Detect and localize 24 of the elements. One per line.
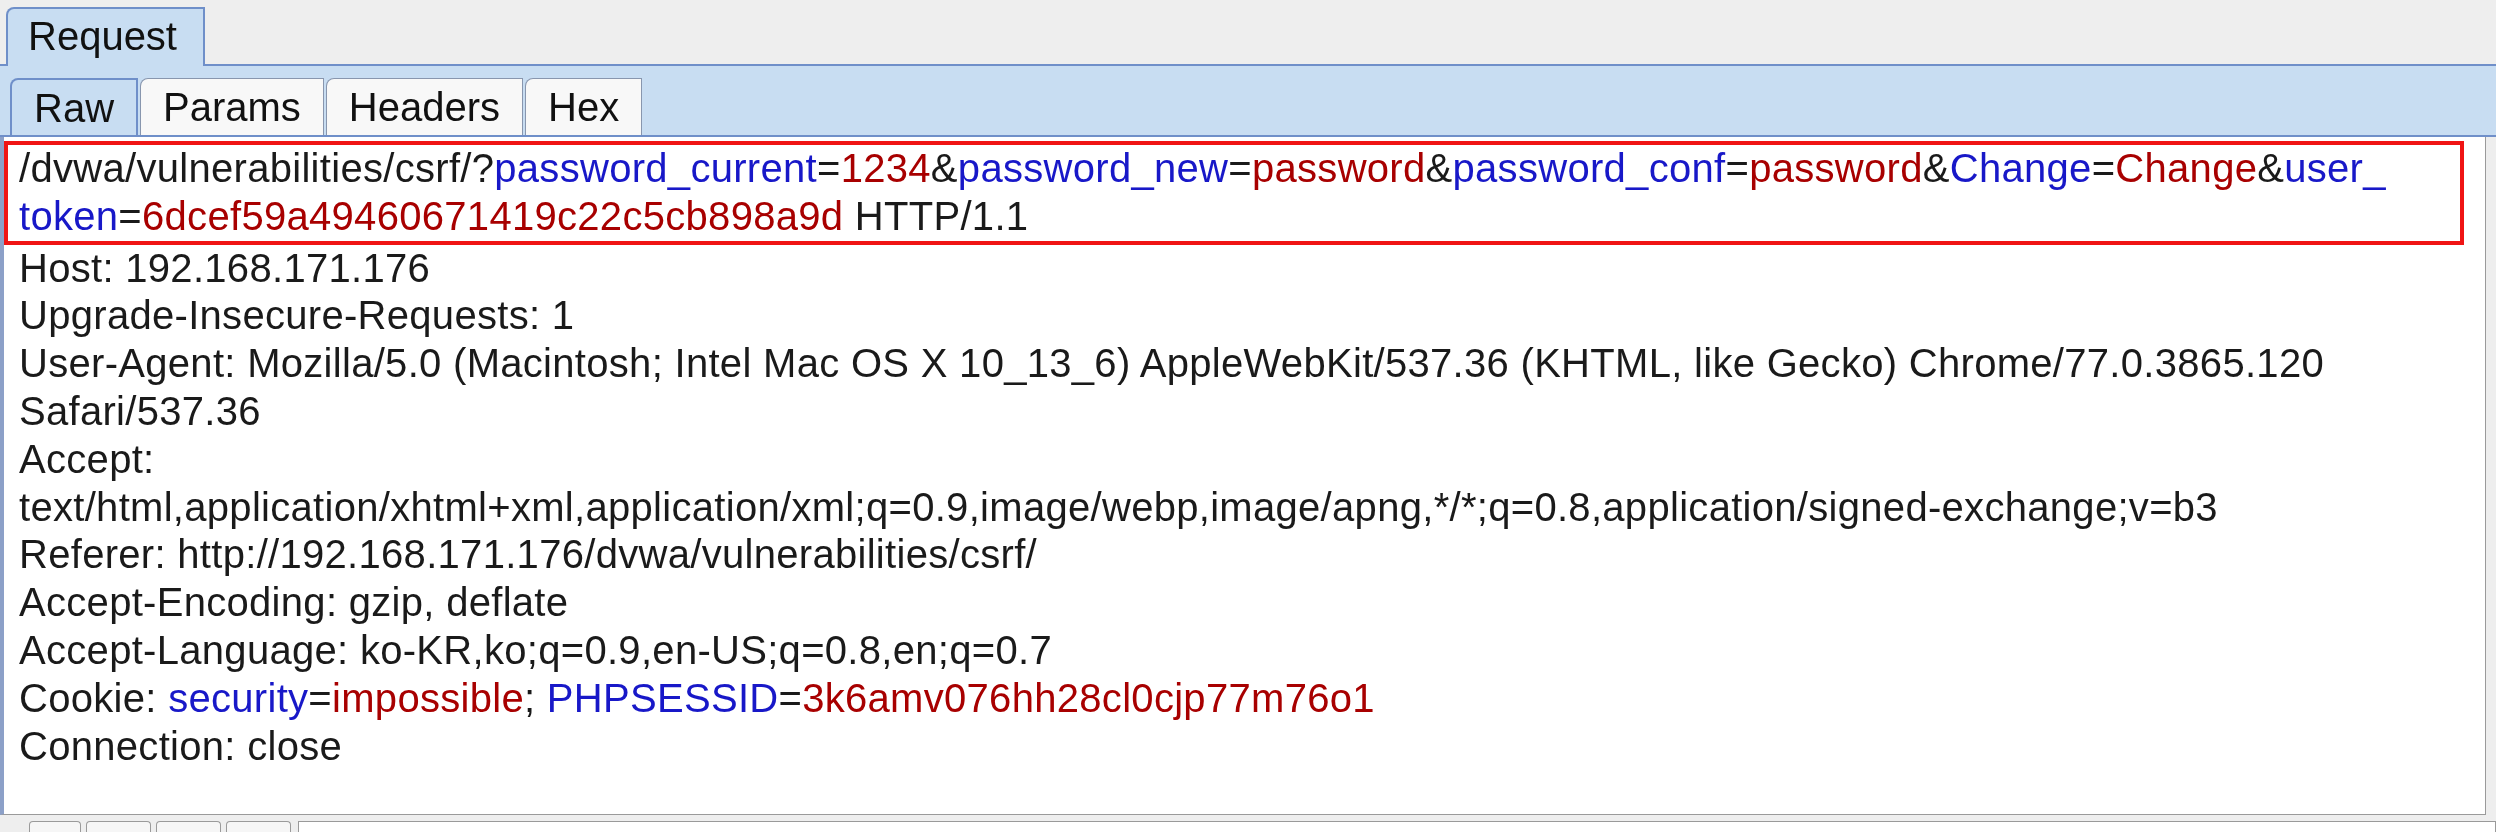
header-line: Upgrade-Insecure-Requests: 1 <box>19 292 575 340</box>
request-tab[interactable]: Request <box>6 7 205 66</box>
header-line: Referer: http://192.168.171.176/dvwa/vulnerabilities/csrf/ <box>19 531 1037 579</box>
header-line: Accept-Language: ko-KR,ko;q=0.9,en-US;q=0.8,en;q=0.7 <box>19 626 1052 674</box>
header-line: Connection: close <box>19 722 343 770</box>
view-tab[interactable]: Raw <box>10 78 139 135</box>
header-line: User-Agent: Mozilla/5.0 (Macintosh; Intel Mac OS X 10_13_6) AppleWebKit/537.36 (KHTML, like Gecko) Chrome/77.0.3865.120 <box>19 340 2324 388</box>
view-tab[interactable]: Params <box>140 78 324 135</box>
nav-button[interactable] <box>29 821 81 832</box>
message-editor[interactable] <box>0 137 2486 815</box>
nav-button[interactable] <box>86 821 151 832</box>
nav-button[interactable] <box>156 821 221 832</box>
header-line: Accept: <box>19 435 155 483</box>
header-line: Safari/537.36 <box>19 388 261 435</box>
request-line: /dvwa/vulnerabilities/csrf/?password_current=1234&password_new=password&password_conf=password&Change=Change&user_ <box>19 145 2386 192</box>
view-tab[interactable]: Hex <box>525 78 643 135</box>
view-tab[interactable]: Headers <box>325 78 524 135</box>
search-field[interactable] <box>298 821 2496 832</box>
header-line: Host: 192.168.171.176 <box>19 244 431 292</box>
header-line: Cookie: security=impossible; PHPSESSID=3k6amv076hh28cl0cjp77m76o1 <box>19 674 1375 722</box>
header-line: Accept-Encoding: gzip, deflate <box>19 579 569 627</box>
header-line: text/html,application/xhtml+xml,application/xml;q=0.9,image/webp,image/apng,*/*;q=0.8,application/signed-exchange;v=b3 <box>19 483 2218 531</box>
nav-button[interactable] <box>226 821 291 832</box>
request-line: token=6dcef59a49460671419c22c5cb898a9d HTTP/1.1 <box>19 192 1029 240</box>
